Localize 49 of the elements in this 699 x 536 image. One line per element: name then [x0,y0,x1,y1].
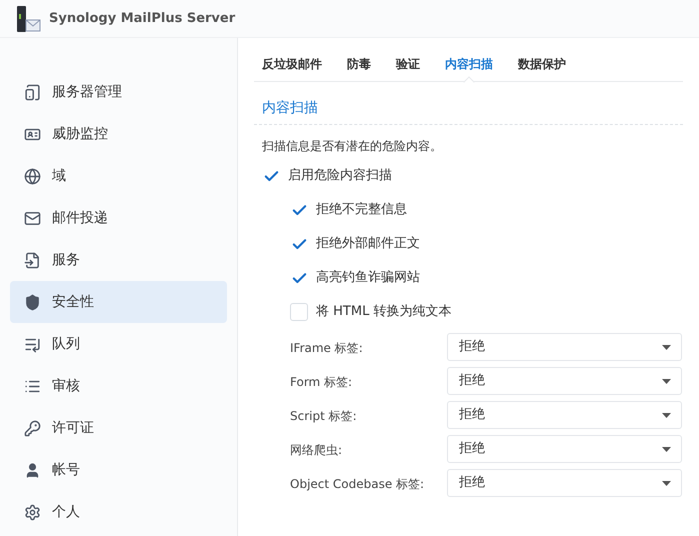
dropdown[interactable]: 拒绝 [447,435,682,463]
checkbox-label: 将 HTML 转换为纯文本 [316,303,452,322]
tab[interactable]: 防毒 [347,46,371,81]
checkbox-label: 拒绝不完整信息 [316,201,407,220]
sidebar-item[interactable]: 邮件投递 [10,197,227,239]
field-label: IFrame 标签: [290,340,364,357]
caret-icon [662,480,671,486]
settings-icon [24,504,41,520]
device-icon [24,84,41,100]
tab[interactable]: 反垃圾邮件 [262,46,322,81]
field-label: 网络爬虫: [290,442,344,459]
sidebar-item[interactable]: 威胁监控 [10,113,227,155]
checkbox-label: 拒绝外部邮件正文 [316,235,420,254]
field-label: Form 标签: [290,374,354,391]
field-label: Object Codebase 标签: [290,476,426,493]
sidebar-item[interactable]: 审核 [10,365,227,407]
section-description: 扫描信息是否有潜在的危险内容。 [262,138,443,155]
caret-icon [662,378,671,384]
sidebar-item[interactable]: 帐号 [10,449,227,491]
sidebar-item[interactable]: 服务 [10,239,227,281]
sidebar-item[interactable]: 许可证 [10,407,227,449]
key-icon [24,420,41,436]
tab[interactable]: 验证 [396,46,420,81]
globe-icon [24,168,41,184]
file-arrow-icon [24,252,41,268]
app-logo-icon [17,6,41,32]
app-title: Synology MailPlus Server [49,10,236,28]
dropdown[interactable]: 拒绝 [447,401,682,429]
dropdown[interactable]: 拒绝 [447,367,682,395]
caret-icon [662,344,671,350]
checkbox[interactable] [290,303,308,321]
user-icon [24,462,41,478]
sidebar-item[interactable]: 域 [10,155,227,197]
dropdown[interactable]: 拒绝 [447,469,682,497]
mail-icon [24,210,41,226]
sidebar-item[interactable]: 服务器管理 [10,71,227,113]
checkbox-label: 启用危险内容扫描 [288,167,392,186]
tab[interactable]: 内容扫描 [445,46,493,81]
sidebar-item[interactable]: 安全性 [10,281,227,323]
sidebar-item[interactable]: 个人 [10,491,227,533]
checkbox-label: 高亮钓鱼诈骗网站 [316,269,420,288]
section-title: 内容扫描 [262,100,318,116]
field-label: Script 标签: [290,408,358,425]
dropdown[interactable]: 拒绝 [447,333,682,361]
caret-icon [662,412,671,418]
sidebar-item[interactable]: 队列 [10,323,227,365]
tab[interactable]: 数据保护 [518,46,566,81]
shield-icon [24,294,41,310]
caret-icon [662,446,671,452]
